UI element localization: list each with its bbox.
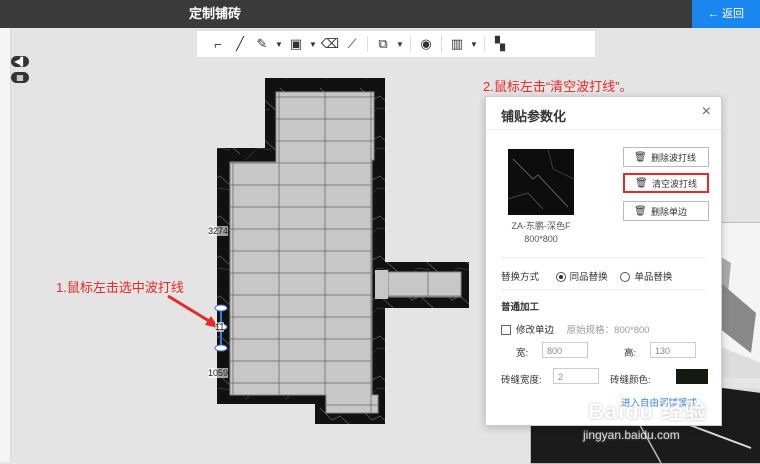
gap-color-swatch[interactable] [676, 369, 708, 384]
annotation-step-1: 1.鼠标左击选中波打线 [56, 280, 184, 295]
gap-width-label: 砖缝宽度: [501, 375, 542, 386]
tiling-params-panel: 铺贴参数化 × ZA-东鹏-深色F 800*800 🗑 删除波打线 🗑 清空波打线 … [485, 96, 722, 426]
divider [501, 289, 706, 290]
height-label: 高: [624, 348, 637, 359]
processing-title: 普通加工 [501, 302, 540, 313]
trash-icon: 🗑 [634, 205, 647, 217]
trash-icon: 🗑 [635, 177, 648, 189]
radio-same-product[interactable]: 同品替换 [555, 272, 608, 283]
clear-border-button[interactable]: 🗑 清空波打线 [623, 173, 709, 193]
panel-header: 铺贴参数化 × [486, 97, 721, 130]
gap-color-label: 砖缝颜色: [610, 375, 651, 386]
watermark-logo: Baidu 经验 [588, 399, 708, 424]
gap-width-input[interactable]: 2 [553, 368, 599, 384]
delete-edge-button[interactable]: 🗑 删除单边 [623, 201, 709, 221]
watermark-url: jingyan.baidu.com [583, 428, 680, 442]
tile-name: ZA-东鹏-深色F [511, 221, 571, 231]
modify-edge-row: 修改单边 原始规格：800*800 [501, 322, 650, 336]
trash-icon: 🗑 [634, 151, 647, 163]
dimension-label: 11 [215, 322, 225, 332]
delete-border-button[interactable]: 🗑 删除波打线 [623, 147, 709, 167]
close-icon[interactable]: × [702, 103, 711, 121]
tile-size: 800*800 [524, 234, 558, 244]
replace-mode-row: 替换方式 同品替换 单品替换 [501, 272, 673, 283]
tiled-floor[interactable] [229, 91, 462, 414]
panel-title: 铺贴参数化 [501, 109, 567, 124]
radio-single-product[interactable]: 单品替换 [620, 272, 672, 283]
annotation-step-2: 2.鼠标左击“清空波打线”。 [483, 79, 633, 94]
width-label: 宽: [516, 348, 529, 359]
tile-thumbnail[interactable] [508, 149, 574, 215]
dimension-label: 3274 [208, 226, 229, 236]
modify-edge-checkbox[interactable] [501, 325, 511, 336]
height-input[interactable]: 130 [650, 342, 696, 358]
width-input[interactable]: 800 [542, 342, 588, 358]
divider [501, 257, 706, 258]
dimension-label: 1059 [208, 368, 229, 378]
